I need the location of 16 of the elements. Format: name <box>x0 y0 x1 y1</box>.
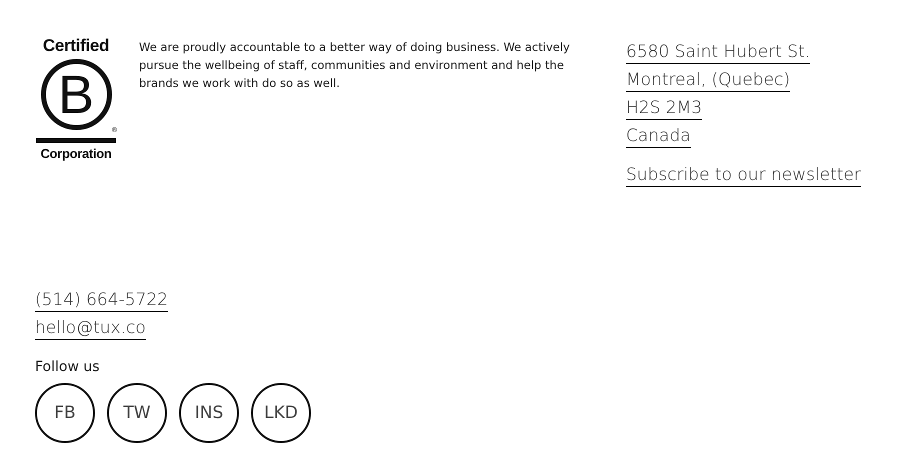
statement-paragraph: We are proudly accountable to a better way of doing business. We actively pursue the wellbeing of staff, communities and environment and help the brands we work with do so as well. <box>139 39 571 92</box>
logo-corporation-text: Corporation <box>40 146 112 162</box>
newsletter-link[interactable]: Subscribe to our newsletter <box>626 164 861 187</box>
address-link[interactable]: Canada <box>626 125 691 148</box>
address-link[interactable]: Montreal, (Quebec) <box>626 69 790 92</box>
social-link[interactable]: LKD <box>251 383 311 443</box>
follow-heading: Follow us <box>35 359 100 375</box>
logo-certified-text: Certified <box>42 37 110 55</box>
address-link[interactable]: 6580 Saint Hubert St. <box>626 41 810 64</box>
logo-b-letter: B <box>40 59 112 130</box>
email-link[interactable]: hello@tux.co <box>35 317 146 340</box>
social-link[interactable]: FB <box>35 383 95 443</box>
social-link[interactable]: TW <box>107 383 167 443</box>
phone-link[interactable]: (514) 664-5722 <box>35 289 168 312</box>
address-link[interactable]: H2S 2M3 <box>626 97 702 120</box>
social-link[interactable]: INS <box>179 383 239 443</box>
